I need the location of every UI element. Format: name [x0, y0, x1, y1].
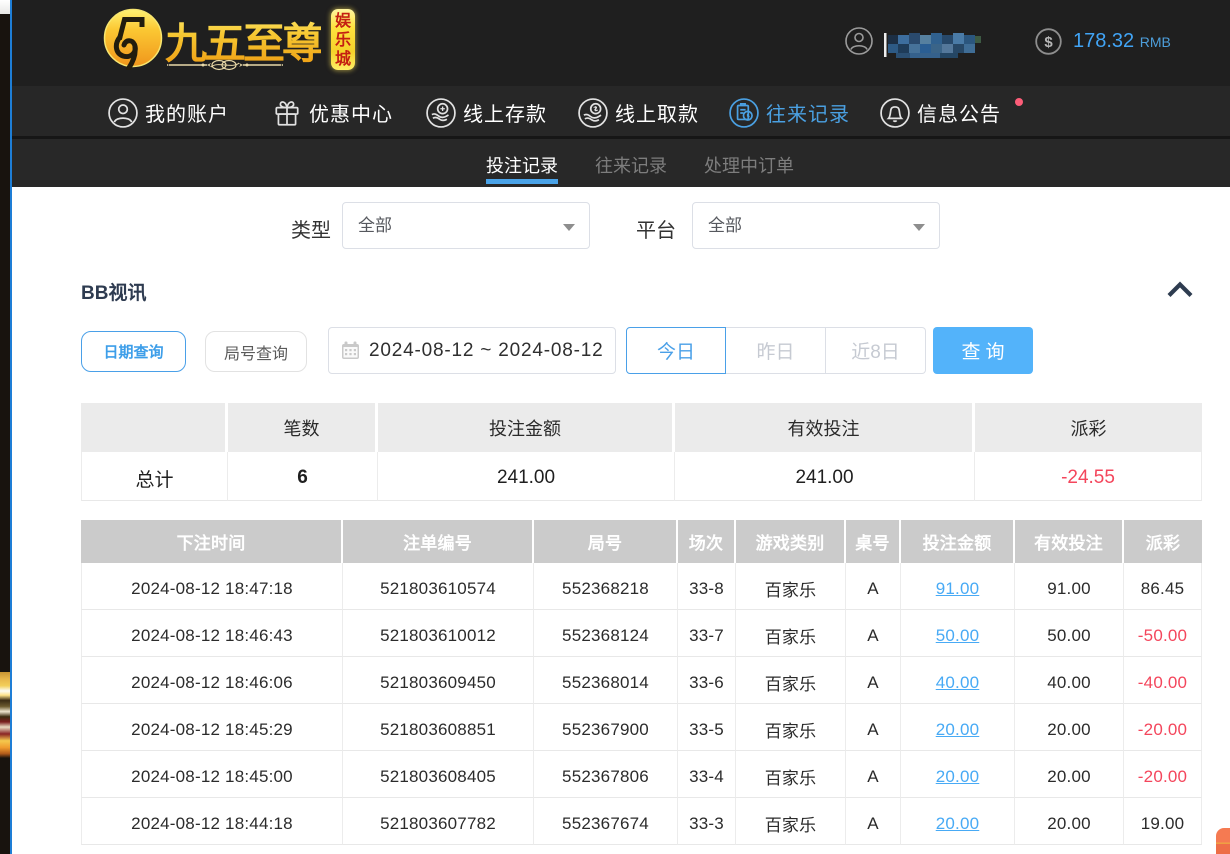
- svg-text:$: $: [1044, 34, 1053, 51]
